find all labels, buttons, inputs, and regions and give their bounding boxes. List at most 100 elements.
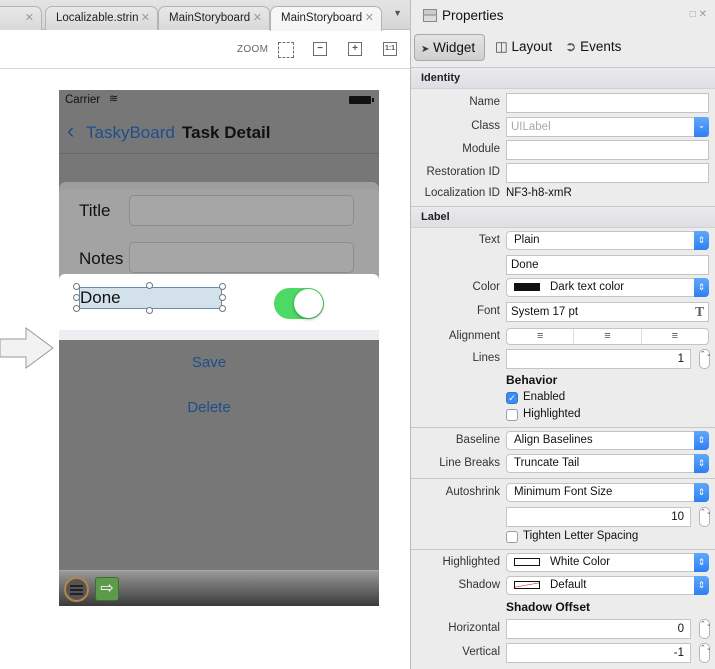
pane-window-buttons[interactable]: □ ✕ [690, 9, 707, 20]
restoration-id-field[interactable] [506, 163, 709, 183]
properties-tabs: ➤ Widget ◫ Layout ➲ Events [411, 32, 715, 64]
view-controller-scene[interactable]: Carrier ≋ ‹ TaskyBoard Task Detail Title… [59, 90, 379, 606]
font-picker-icon[interactable]: T [695, 303, 704, 321]
color-select[interactable]: Dark text color ⇕ [506, 278, 709, 297]
close-icon[interactable]: ✕ [25, 7, 34, 30]
tab-label: MainStoryboard [169, 12, 251, 24]
localization-id-label: Localization ID [424, 187, 500, 199]
lines-field[interactable]: 1 [506, 349, 691, 369]
text-type-value: Plain [514, 234, 540, 246]
tab-mainstoryboard-active[interactable]: MainStoryboard ✕ [270, 6, 382, 31]
class-combobox[interactable]: UILabel ⌄ [506, 117, 709, 137]
resize-handle[interactable] [219, 305, 226, 312]
vertical-label: Vertical [462, 646, 500, 658]
select-stepper-icon: ⇕ [694, 454, 709, 473]
row-separator [59, 330, 379, 340]
color-swatch [514, 557, 540, 566]
name-field[interactable] [506, 93, 709, 113]
horizontal-offset-field[interactable]: 0 [506, 619, 691, 639]
zoom-fit-icon[interactable] [278, 42, 294, 58]
align-center-icon[interactable]: ≡ [574, 329, 642, 344]
switch-knob [294, 289, 323, 318]
resize-handle[interactable] [219, 294, 226, 301]
shadow-select[interactable]: Default ⇕ [506, 576, 709, 595]
line-breaks-select[interactable]: Truncate Tail ⇕ [506, 454, 709, 473]
autoshrink-label: Autoshrink [445, 486, 500, 498]
tab-hidden-document[interactable]: ✕ [0, 6, 42, 30]
title-field[interactable] [129, 195, 354, 226]
minimum-font-size-field[interactable]: 10 [506, 507, 691, 527]
zoom-toolbar: ZOOM − + 1:1 [0, 31, 410, 69]
highlighted-checkbox[interactable] [506, 409, 518, 421]
alignment-label: Alignment [448, 330, 500, 342]
zoom-in-icon[interactable]: + [348, 42, 362, 56]
select-stepper-icon: ⇕ [694, 431, 709, 450]
color-label: Color [472, 281, 500, 293]
divider [411, 549, 715, 550]
tab-mainstoryboard-1[interactable]: MainStoryboard ✕ [158, 6, 270, 30]
back-chevron-icon[interactable]: ‹ [67, 120, 74, 142]
highlighted-color-value: White Color [550, 556, 611, 568]
tab-layout-label: Layout [511, 39, 553, 54]
notes-label[interactable]: Notes [79, 249, 123, 269]
nav-title: Task Detail [182, 123, 271, 142]
text-value-field[interactable]: Done [506, 255, 709, 275]
done-row: Done [59, 274, 379, 330]
section-identity[interactable]: Identity [411, 67, 715, 89]
class-value: UILabel [511, 121, 551, 133]
min-font-stepper-icon[interactable]: ⌃⌄ [699, 507, 712, 527]
align-right-icon[interactable]: ≡ [642, 329, 708, 344]
zoom-out-icon[interactable]: − [313, 42, 327, 56]
horizontal-stepper-icon[interactable]: ⌃⌄ [699, 619, 712, 639]
menu-icon[interactable] [64, 577, 89, 602]
exit-icon[interactable]: ⇨ [95, 577, 119, 601]
close-icon[interactable]: ✕ [253, 7, 262, 30]
close-icon[interactable]: ✕ [365, 7, 374, 30]
back-button[interactable]: TaskyBoard [86, 123, 175, 143]
highlighted-color-label: Highlighted [442, 556, 500, 568]
save-button[interactable]: Save [59, 354, 359, 371]
baseline-select[interactable]: Align Baselines ⇕ [506, 431, 709, 450]
notes-field[interactable] [129, 242, 354, 273]
zoom-label: ZOOM [237, 44, 269, 55]
align-left-icon[interactable]: ≡ [507, 329, 575, 344]
resize-handle[interactable] [146, 282, 153, 289]
zoom-actual-size-icon[interactable]: 1:1 [383, 42, 397, 56]
alignment-segmented-control: ≡ ≡ ≡ [506, 328, 709, 345]
tab-events[interactable]: ➲ Events [559, 34, 629, 61]
enabled-checkbox[interactable]: ✓ [506, 392, 518, 404]
resize-handle[interactable] [73, 294, 80, 301]
module-field[interactable] [506, 140, 709, 160]
text-type-select[interactable]: Plain ⇕ [506, 231, 709, 250]
highlighted-color-select[interactable]: White Color ⇕ [506, 553, 709, 572]
font-label: Font [476, 305, 500, 317]
tab-layout[interactable]: ◫ Layout [489, 34, 557, 61]
delete-button[interactable]: Delete [59, 399, 359, 416]
tab-label: Localizable.strin [56, 12, 139, 24]
status-bar: Carrier ≋ [59, 90, 379, 110]
tighten-letter-spacing-checkbox[interactable] [506, 531, 518, 543]
name-label: Name [469, 96, 500, 108]
tab-widget[interactable]: ➤ Widget [414, 34, 485, 61]
tab-localizable-strings[interactable]: Localizable.strin ✕ [45, 6, 158, 30]
resize-handle[interactable] [73, 283, 80, 290]
done-label-selected[interactable]: Done [79, 287, 222, 309]
done-switch[interactable] [274, 288, 324, 319]
chevron-down-icon[interactable]: ⌄ [694, 117, 709, 137]
vertical-stepper-icon[interactable]: ⌃⌄ [699, 643, 712, 663]
resize-handle[interactable] [73, 305, 80, 312]
tab-overflow-dropdown-icon[interactable]: ▼ [393, 8, 402, 18]
font-field[interactable]: System 17 pt T [506, 302, 709, 322]
battery-icon [349, 96, 374, 104]
text-label: Text [478, 234, 500, 246]
vertical-offset-field[interactable]: -1 [506, 643, 691, 663]
resize-handle[interactable] [219, 283, 226, 290]
section-label[interactable]: Label [411, 206, 715, 228]
close-icon[interactable]: ✕ [141, 7, 150, 30]
shadow-offset-heading: Shadow Offset [506, 600, 591, 614]
title-label[interactable]: Title [79, 201, 111, 221]
autoshrink-select[interactable]: Minimum Font Size ⇕ [506, 483, 709, 502]
resize-handle[interactable] [146, 307, 153, 314]
baseline-label: Baseline [455, 434, 500, 446]
lines-stepper-icon[interactable]: ⌃⌄ [699, 349, 712, 369]
